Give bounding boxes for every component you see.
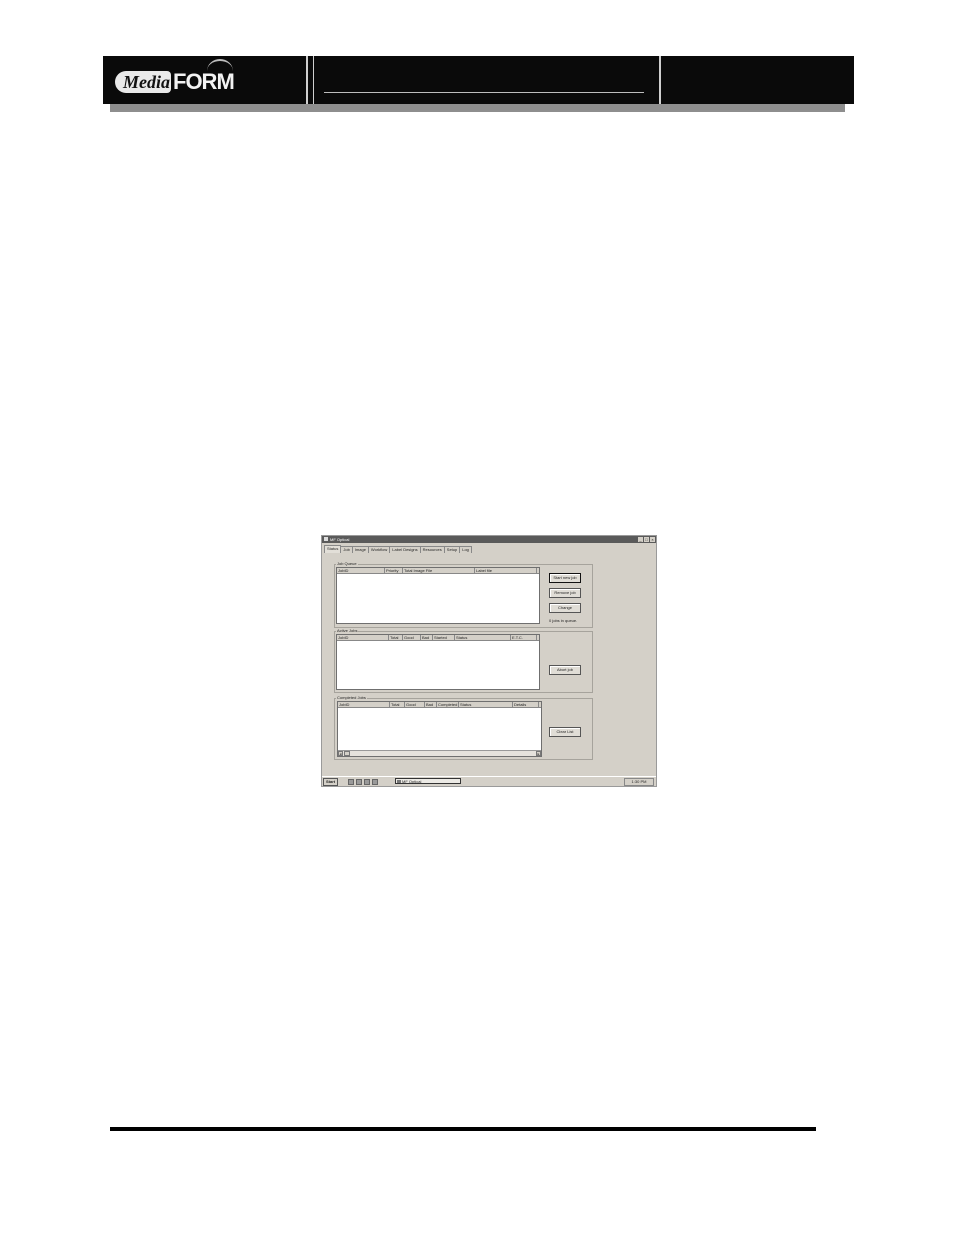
active-jobs-list[interactable]: JobID Total Good Bad Started Status E.T.…	[336, 634, 540, 690]
maximize-button[interactable]: □	[644, 537, 649, 542]
tab-bar: Status Job Image Workflow Label Designs …	[324, 545, 472, 554]
window-title: MF Optical	[330, 537, 350, 542]
tab-setup[interactable]: Setup	[443, 546, 461, 553]
logo-swoosh	[207, 59, 233, 83]
column-header[interactable]: Status	[455, 635, 511, 640]
abort-job-button[interactable]: Abort job	[549, 665, 581, 675]
scroll-right-icon[interactable]: ►	[536, 751, 541, 756]
scroll-left-icon[interactable]: ◄	[338, 751, 343, 756]
footer-rule	[110, 1127, 816, 1131]
browser-icon[interactable]	[356, 779, 362, 785]
column-header[interactable]: JobID	[338, 702, 390, 707]
mediaform-logo: Media FORM	[115, 59, 235, 95]
window-controls: _ □ ×	[638, 537, 655, 542]
column-header[interactable]: Total	[389, 635, 403, 640]
column-header[interactable]: Details	[513, 702, 539, 707]
job-queue-group: Job Queue JobID Priority Total Image Fil…	[334, 561, 593, 628]
tab-image[interactable]: Image	[351, 546, 369, 553]
tab-resources[interactable]: Resources	[419, 546, 445, 553]
column-header[interactable]: Total	[390, 702, 405, 707]
column-header[interactable]: JobID	[337, 568, 385, 573]
clear-list-button[interactable]: Clear List	[549, 727, 581, 737]
job-queue-label: Job Queue	[336, 561, 358, 566]
column-header[interactable]: Started	[433, 635, 455, 640]
minimize-button[interactable]: _	[638, 537, 643, 542]
job-queue-header: JobID Priority Total Image File Label fi…	[337, 568, 539, 574]
start-button[interactable]: Start	[323, 778, 339, 786]
completed-jobs-group: Completed Jobs JobID Total Good Bad Comp…	[334, 695, 593, 760]
header-divider	[313, 56, 314, 104]
header-divider	[306, 56, 308, 104]
app-screenshot: MF Optical _ □ × Status Job Image Workfl…	[321, 535, 657, 787]
active-jobs-label: Active Jobs	[336, 628, 359, 633]
mail-icon[interactable]	[364, 779, 370, 785]
quick-launch	[348, 779, 378, 785]
queue-status-text: 0 jobs in queue.	[549, 618, 578, 623]
column-header[interactable]: Good	[405, 702, 425, 707]
column-header[interactable]: Bad	[421, 635, 433, 640]
scroll-thumb[interactable]	[344, 751, 350, 756]
tab-label-designs[interactable]: Label Designs	[389, 546, 421, 553]
column-header[interactable]: Label file	[475, 568, 537, 573]
app-icon	[397, 780, 401, 783]
job-queue-list[interactable]: JobID Priority Total Image File Label fi…	[336, 567, 540, 624]
app-icon	[324, 537, 328, 541]
logo-media-text: Media	[123, 72, 170, 92]
column-header[interactable]: Completed	[437, 702, 459, 707]
completed-jobs-label: Completed Jobs	[336, 695, 367, 700]
tab-status[interactable]: Status	[324, 545, 342, 553]
column-header[interactable]: Status	[459, 702, 513, 707]
system-clock: 1:30 PM	[624, 778, 654, 786]
column-header[interactable]: Good	[403, 635, 421, 640]
tab-log[interactable]: Log	[459, 546, 472, 553]
horizontal-scrollbar[interactable]: ◄ ►	[338, 750, 541, 756]
header-divider	[659, 56, 661, 104]
desktop-icon[interactable]	[348, 779, 354, 785]
change-button[interactable]: Change	[549, 603, 581, 613]
completed-jobs-list[interactable]: JobID Total Good Bad Completed Status De…	[337, 701, 542, 757]
window-titlebar: MF Optical _ □ ×	[322, 536, 656, 543]
column-header[interactable]: JobID	[337, 635, 389, 640]
column-header[interactable]: Total Image File	[403, 568, 475, 573]
tab-workflow[interactable]: Workflow	[367, 546, 391, 553]
header-underline	[324, 92, 644, 93]
active-jobs-group: Active Jobs JobID Total Good Bad Started…	[334, 628, 593, 693]
column-header[interactable]: Priority	[385, 568, 403, 573]
column-header[interactable]: Bad	[425, 702, 437, 707]
remove-job-button[interactable]: Remove job	[549, 588, 581, 598]
taskbar-app-button[interactable]: MF Optical	[395, 778, 461, 784]
windows-taskbar: Start MF Optical 1:30 PM	[322, 776, 656, 786]
close-button[interactable]: ×	[650, 537, 655, 542]
column-header[interactable]: E.T.C.	[511, 635, 537, 640]
completed-jobs-header: JobID Total Good Bad Completed Status De…	[338, 702, 541, 708]
media-icon[interactable]	[372, 779, 378, 785]
taskbar-app-label: MF Optical	[402, 779, 422, 784]
header-banner: Media FORM	[103, 56, 854, 104]
active-jobs-header: JobID Total Good Bad Started Status E.T.…	[337, 635, 539, 641]
start-new-job-button[interactable]: Start new job	[549, 573, 581, 583]
